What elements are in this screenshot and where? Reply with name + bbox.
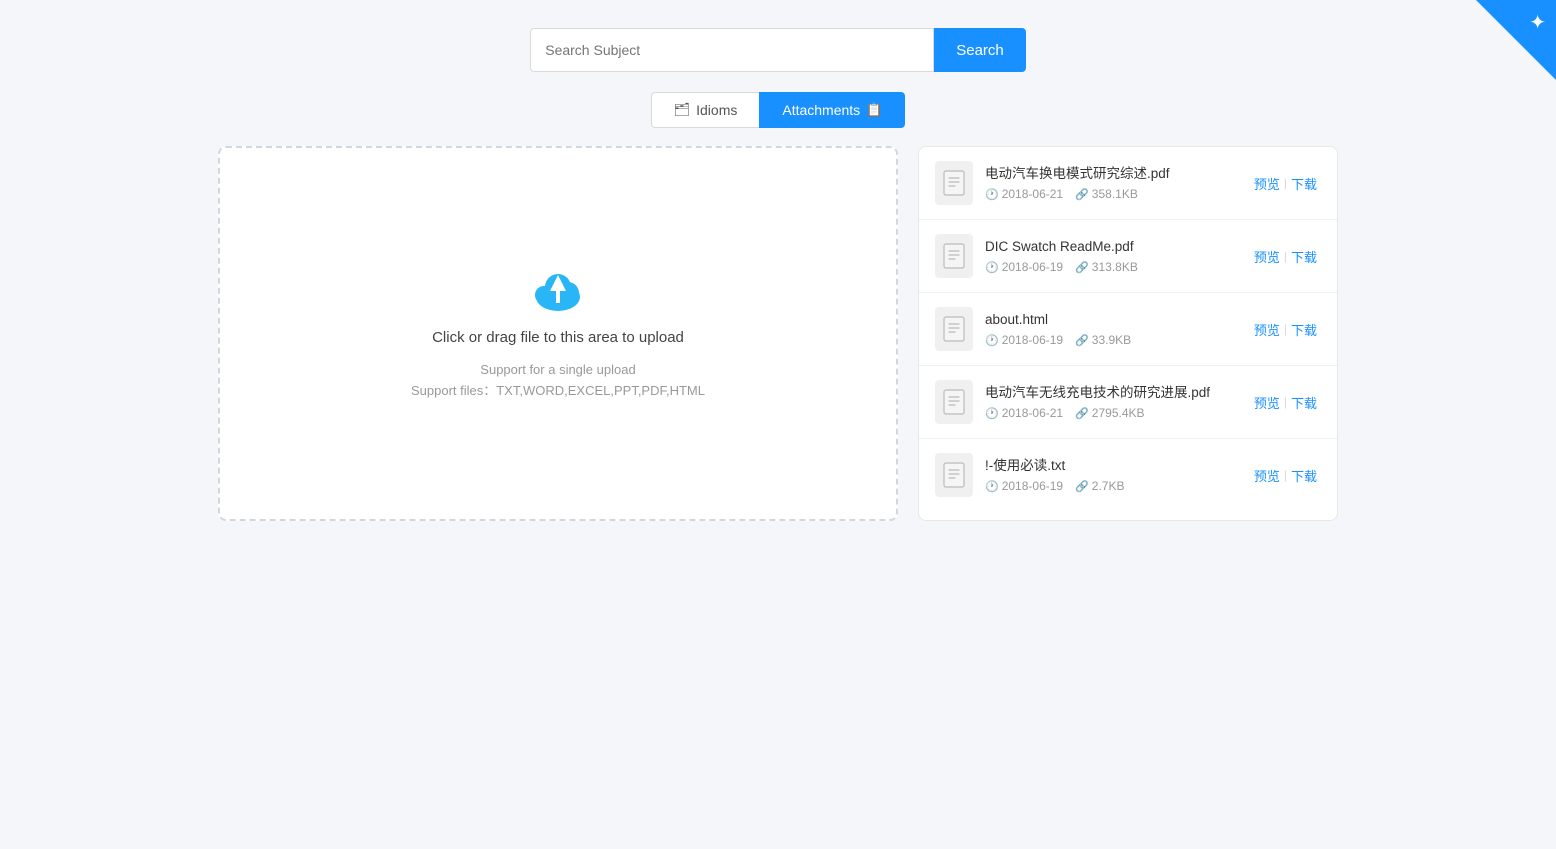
file-actions: 预览 | 下载 [1250, 174, 1321, 193]
attachments-icon: 📋 [866, 102, 882, 118]
file-size: 🔗 358.1KB [1075, 187, 1138, 201]
clock-icon: 🕐 [985, 480, 999, 493]
file-icon-box [935, 234, 973, 278]
upload-cloud-icon [528, 265, 588, 315]
file-info: about.html 🕐 2018-06-19 🔗 33.9KB [985, 311, 1238, 348]
file-icon-box [935, 453, 973, 497]
link-icon: 🔗 [1075, 188, 1089, 201]
file-name: 电动汽车无线充电技术的研究进展.pdf [985, 384, 1238, 403]
file-actions: 预览 | 下载 [1250, 393, 1321, 412]
file-date: 🕐 2018-06-19 [985, 479, 1063, 493]
file-meta: 🕐 2018-06-21 🔗 2795.4KB [985, 406, 1238, 420]
file-meta: 🕐 2018-06-19 🔗 313.8KB [985, 260, 1238, 274]
file-download-link[interactable]: 下载 [1287, 393, 1321, 412]
file-info: !-使用必读.txt 🕐 2018-06-19 🔗 2.7KB [985, 457, 1238, 494]
file-date: 🕐 2018-06-19 [985, 333, 1063, 347]
file-name: 电动汽车换电模式研究综述.pdf [985, 165, 1238, 184]
file-download-link[interactable]: 下载 [1287, 247, 1321, 266]
main-content: Click or drag file to this area to uploa… [178, 146, 1378, 521]
idioms-icon: 🗂 [674, 102, 691, 118]
file-actions: 预览 | 下载 [1250, 320, 1321, 339]
clock-icon: 🕐 [985, 407, 999, 420]
file-date: 🕐 2018-06-21 [985, 406, 1063, 420]
file-icon-box [935, 161, 973, 205]
file-size: 🔗 2.7KB [1075, 479, 1124, 493]
clock-icon: 🕐 [985, 261, 999, 274]
file-icon [943, 170, 965, 196]
file-actions: 预览 | 下载 [1250, 466, 1321, 485]
tab-attachments-label: Attachments [782, 102, 860, 118]
file-item: !-使用必读.txt 🕐 2018-06-19 🔗 2.7KB 预览 | 下载 [919, 439, 1337, 511]
file-preview-link[interactable]: 预览 [1250, 320, 1284, 339]
file-preview-link[interactable]: 预览 [1250, 174, 1284, 193]
tab-idioms-label: Idioms [696, 102, 737, 118]
file-meta: 🕐 2018-06-19 🔗 33.9KB [985, 333, 1238, 347]
file-name: !-使用必读.txt [985, 457, 1238, 476]
search-input[interactable] [530, 28, 934, 72]
file-meta: 🕐 2018-06-21 🔗 358.1KB [985, 187, 1238, 201]
file-list: 电动汽车换电模式研究综述.pdf 🕐 2018-06-21 🔗 358.1KB … [918, 146, 1338, 521]
upload-area[interactable]: Click or drag file to this area to uploa… [218, 146, 898, 521]
file-info: DIC Swatch ReadMe.pdf 🕐 2018-06-19 🔗 313… [985, 238, 1238, 275]
file-download-link[interactable]: 下载 [1287, 174, 1321, 193]
clock-icon: 🕐 [985, 334, 999, 347]
search-area: Search [0, 0, 1556, 92]
link-icon: 🔗 [1075, 480, 1089, 493]
upload-sub-text: Support for a single upload Support file… [411, 360, 705, 402]
file-icon [943, 316, 965, 342]
file-name: DIC Swatch ReadMe.pdf [985, 238, 1238, 257]
file-preview-link[interactable]: 预览 [1250, 393, 1284, 412]
file-size: 🔗 33.9KB [1075, 333, 1131, 347]
file-item: 电动汽车无线充电技术的研究进展.pdf 🕐 2018-06-21 🔗 2795.… [919, 366, 1337, 439]
file-item: 电动汽车换电模式研究综述.pdf 🕐 2018-06-21 🔗 358.1KB … [919, 147, 1337, 220]
file-icon-box [935, 307, 973, 351]
tabs-area: 🗂 Idioms Attachments 📋 [0, 92, 1556, 128]
file-download-link[interactable]: 下载 [1287, 320, 1321, 339]
file-date: 🕐 2018-06-21 [985, 187, 1063, 201]
file-size: 🔗 313.8KB [1075, 260, 1138, 274]
corner-badge-icon: ✦ [1529, 10, 1546, 35]
file-icon [943, 462, 965, 488]
file-icon [943, 243, 965, 269]
upload-sub-text-2: Support files：TXT,WORD,EXCEL,PPT,PDF,HTM… [411, 381, 705, 402]
file-icon-box [935, 380, 973, 424]
file-info: 电动汽车无线充电技术的研究进展.pdf 🕐 2018-06-21 🔗 2795.… [985, 384, 1238, 421]
tab-attachments[interactable]: Attachments 📋 [759, 92, 905, 128]
file-preview-link[interactable]: 预览 [1250, 247, 1284, 266]
clock-icon: 🕐 [985, 188, 999, 201]
tab-idioms[interactable]: 🗂 Idioms [651, 92, 760, 128]
link-icon: 🔗 [1075, 261, 1089, 274]
file-info: 电动汽车换电模式研究综述.pdf 🕐 2018-06-21 🔗 358.1KB [985, 165, 1238, 202]
file-download-link[interactable]: 下载 [1287, 466, 1321, 485]
file-name: about.html [985, 311, 1238, 330]
search-button[interactable]: Search [934, 28, 1026, 72]
file-item: about.html 🕐 2018-06-19 🔗 33.9KB 预览 | 下载 [919, 293, 1337, 366]
upload-sub-text-1: Support for a single upload [411, 360, 705, 381]
file-item: DIC Swatch ReadMe.pdf 🕐 2018-06-19 🔗 313… [919, 220, 1337, 293]
file-preview-link[interactable]: 预览 [1250, 466, 1284, 485]
upload-main-text: Click or drag file to this area to uploa… [432, 329, 684, 346]
file-date: 🕐 2018-06-19 [985, 260, 1063, 274]
link-icon: 🔗 [1075, 334, 1089, 347]
file-size: 🔗 2795.4KB [1075, 406, 1144, 420]
link-icon: 🔗 [1075, 407, 1089, 420]
file-icon [943, 389, 965, 415]
file-meta: 🕐 2018-06-19 🔗 2.7KB [985, 479, 1238, 493]
file-actions: 预览 | 下载 [1250, 247, 1321, 266]
